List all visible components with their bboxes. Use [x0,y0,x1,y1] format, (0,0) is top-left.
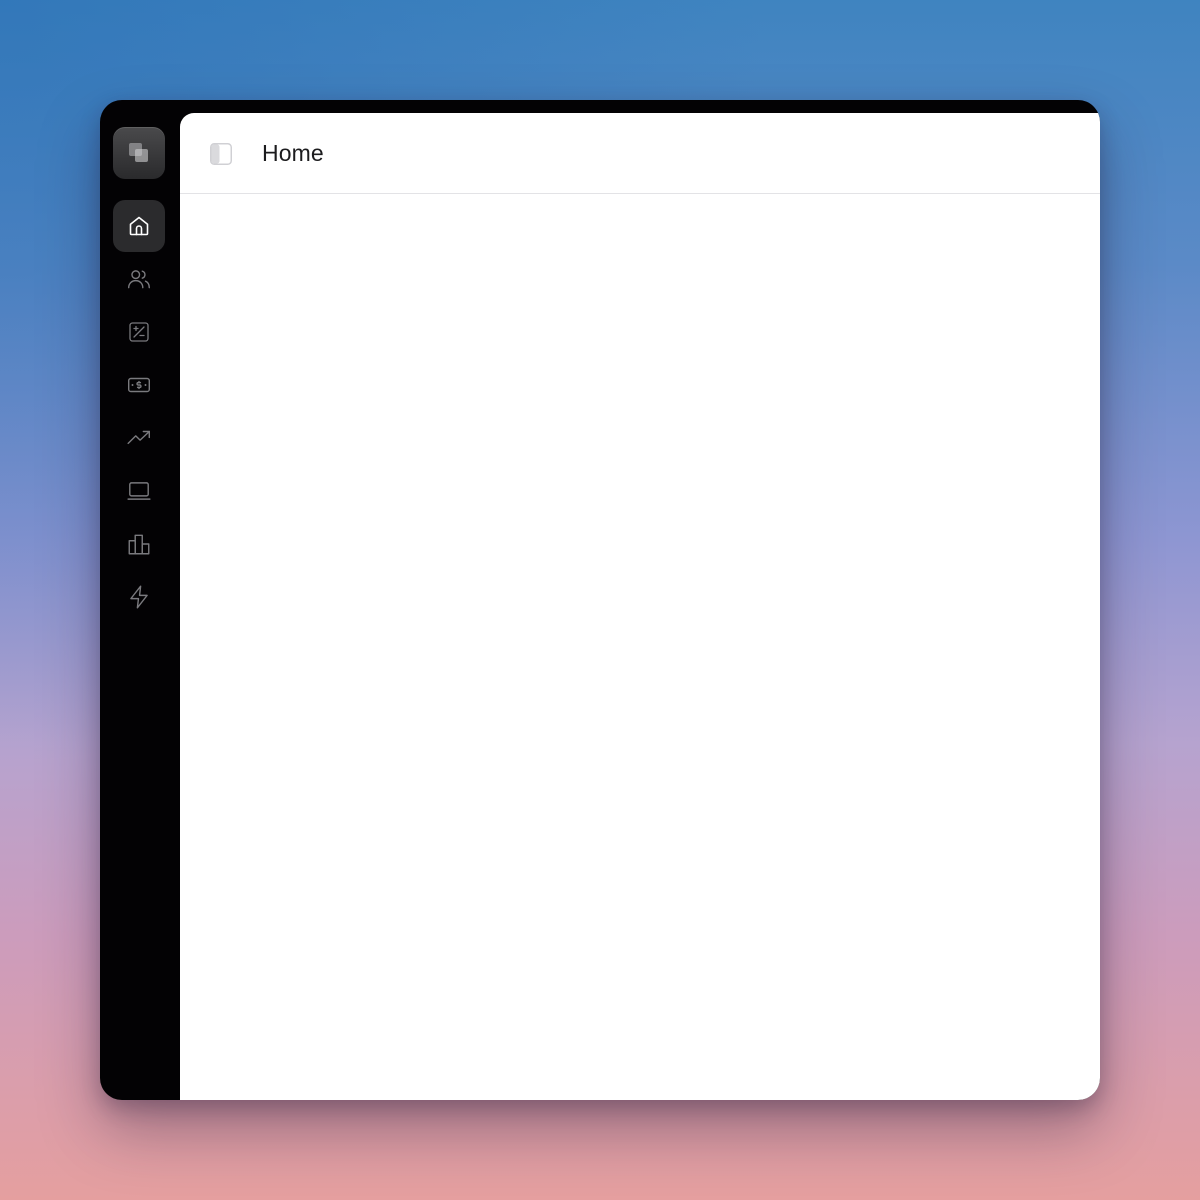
page-header: Home [180,113,1100,194]
sidebar-toggle-button[interactable] [210,143,232,165]
home-icon [129,216,149,236]
sidebar-item-calculations[interactable] [113,306,165,358]
sidebar-item-billing[interactable] [113,359,165,411]
app-window: Home [100,100,1100,1100]
buildings-icon [128,534,150,555]
trending-up-icon [127,430,150,445]
users-icon [128,270,150,289]
app-logo[interactable] [113,127,165,179]
banknote-icon [128,377,150,393]
sidebar-item-devices[interactable] [113,465,165,517]
sidebar-item-buildings[interactable] [113,518,165,570]
sidebar-item-activity[interactable] [113,571,165,623]
main-panel: Home [180,113,1100,1100]
page-content [180,194,1100,1100]
zap-icon [130,585,148,609]
plus-minus-icon [129,322,149,342]
page-title: Home [262,140,324,166]
sidebar-item-users[interactable] [113,253,165,305]
sidebar-item-home[interactable] [113,200,165,252]
sidebar [100,100,180,1100]
app-logo-icon [129,143,148,162]
laptop-icon [127,482,151,500]
sidebar-item-trends[interactable] [113,412,165,464]
sidebar-toggle-icon [210,143,232,165]
